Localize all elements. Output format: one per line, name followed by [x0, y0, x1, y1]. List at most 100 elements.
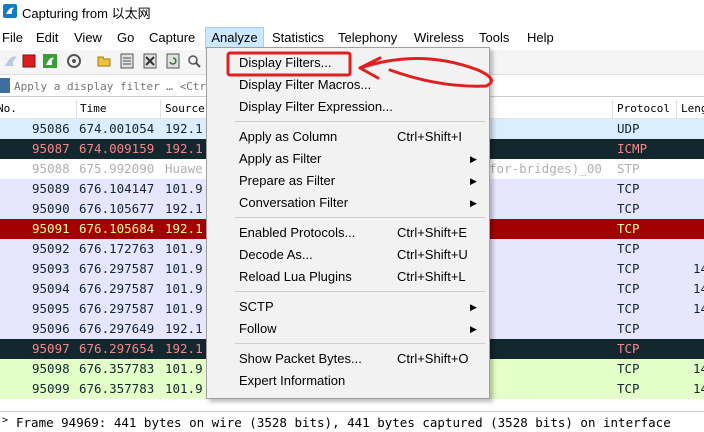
cell-info: for-bridges)_00 [489, 161, 602, 176]
cell-time: 674.001054 [79, 121, 155, 136]
cell-time: 676.357783 [79, 361, 155, 376]
menu-separator [235, 291, 485, 292]
menu-item-apply-as-filter[interactable]: Apply as Filter ▶ [207, 148, 489, 170]
menu-item-label: Enabled Protocols... [239, 225, 356, 240]
column-source[interactable]: Source [165, 102, 205, 115]
menu-item-display-filters[interactable]: Display Filters... [207, 52, 489, 74]
menu-item-decode-as[interactable]: Decode As... Ctrl+Shift+U [207, 244, 489, 266]
cell-no: 95093 [32, 261, 70, 276]
menu-item-shortcut: Ctrl+Shift+O [397, 351, 469, 366]
submenu-arrow-icon: ▶ [470, 302, 477, 312]
find-packet-icon[interactable] [186, 53, 202, 69]
reload-file-icon[interactable] [165, 53, 181, 69]
cell-no: 95098 [32, 361, 70, 376]
cell-no: 95094 [32, 281, 70, 296]
capture-options-icon[interactable] [66, 53, 82, 69]
cell-source: 192.1 [165, 141, 203, 156]
menu-analyze[interactable]: Analyze [205, 27, 264, 49]
cell-time: 676.297654 [79, 341, 155, 356]
cell-no: 95087 [32, 141, 70, 156]
cell-protocol: STP [617, 161, 640, 176]
cell-no: 95095 [32, 301, 70, 316]
cell-source: 192.1 [165, 221, 203, 236]
cell-source: 101.9 [165, 241, 203, 256]
column-protocol[interactable]: Protocol [617, 102, 670, 115]
menu-item-label: SCTP [239, 299, 274, 314]
cell-no: 95092 [32, 241, 70, 256]
menu-item-label: Show Packet Bytes... [239, 351, 362, 366]
cell-no: 95091 [32, 221, 70, 236]
column-divider[interactable] [676, 100, 677, 118]
stop-capture-icon[interactable] [21, 53, 37, 69]
cell-source: 192.1 [165, 321, 203, 336]
menu-view[interactable]: View [69, 27, 107, 49]
menu-capture[interactable]: Capture [144, 27, 200, 49]
menu-telephony[interactable]: Telephony [333, 27, 402, 49]
menu-item-reload-lua-plugins[interactable]: Reload Lua Plugins Ctrl+Shift+L [207, 266, 489, 288]
open-file-icon[interactable] [96, 53, 112, 69]
column-time[interactable]: Time [80, 102, 107, 115]
menu-item-display-filter-expression[interactable]: Display Filter Expression... [207, 96, 489, 118]
menu-item-enabled-protocols[interactable]: Enabled Protocols... Ctrl+Shift+E [207, 222, 489, 244]
expand-arrow-icon[interactable]: > [2, 415, 8, 426]
cell-no: 95089 [32, 181, 70, 196]
window-title: Capturing from 以太网 [22, 6, 151, 21]
close-file-icon[interactable] [142, 53, 158, 69]
restart-capture-icon[interactable] [42, 53, 58, 69]
menu-wireless[interactable]: Wireless [409, 27, 469, 49]
menu-separator [235, 121, 485, 122]
cell-source: 192.1 [165, 341, 203, 356]
column-divider[interactable] [612, 100, 613, 118]
menu-item-shortcut: Ctrl+Shift+E [397, 225, 468, 240]
menu-item-prepare-as-filter[interactable]: Prepare as Filter ▶ [207, 170, 489, 192]
cell-time: 676.105684 [79, 221, 155, 236]
cell-source: 101.9 [165, 381, 203, 396]
cell-time: 676.297587 [79, 281, 155, 296]
cell-protocol: TCP [617, 381, 640, 396]
menu-statistics[interactable]: Statistics [267, 27, 329, 49]
menu-help[interactable]: Help [522, 27, 559, 49]
column-no[interactable]: No. [0, 102, 17, 115]
menu-item-display-filter-macros[interactable]: Display Filter Macros... [207, 74, 489, 96]
wireshark-fin-icon [3, 4, 17, 18]
submenu-arrow-icon: ▶ [470, 324, 477, 334]
bookmark-icon[interactable] [0, 78, 10, 93]
menu-item-label: Apply as Filter [239, 151, 322, 166]
menu-go[interactable]: Go [112, 27, 139, 49]
submenu-arrow-icon: ▶ [470, 176, 477, 186]
cell-time: 675.992090 [79, 161, 155, 176]
save-file-icon[interactable] [119, 53, 135, 69]
start-capture-icon[interactable] [3, 53, 19, 69]
cell-protocol: TCP [617, 181, 640, 196]
menu-item-sctp[interactable]: SCTP ▶ [207, 296, 489, 318]
menu-item-apply-as-column[interactable]: Apply as Column Ctrl+Shift+I [207, 126, 489, 148]
status-bar: > Frame 94969: 441 bytes on wire (3528 b… [0, 411, 704, 432]
menu-item-shortcut: Ctrl+Shift+L [397, 269, 466, 284]
menu-item-expert-information[interactable]: Expert Information [207, 370, 489, 392]
menu-item-label: Display Filter Macros... [239, 77, 372, 92]
menu-separator [235, 343, 485, 344]
menu-item-label: Display Filter Expression... [239, 99, 393, 114]
cell-source: 192.1 [165, 121, 203, 136]
menu-item-conversation-filter[interactable]: Conversation Filter ▶ [207, 192, 489, 214]
cell-time: 676.105677 [79, 201, 155, 216]
submenu-arrow-icon: ▶ [470, 154, 477, 164]
cell-time: 676.297649 [79, 321, 155, 336]
menu-item-label: Conversation Filter [239, 195, 349, 210]
cell-source: 101.9 [165, 281, 203, 296]
column-divider[interactable] [76, 100, 77, 118]
column-divider[interactable] [160, 100, 161, 118]
cell-time: 676.297587 [79, 301, 155, 316]
menu-edit[interactable]: Edit [31, 27, 63, 49]
menu-item-label: Display Filters... [239, 55, 332, 70]
cell-length: 14 [693, 361, 704, 376]
cell-protocol: TCP [617, 301, 640, 316]
menu-item-follow[interactable]: Follow ▶ [207, 318, 489, 340]
frame-summary[interactable]: Frame 94969: 441 bytes on wire (3528 bit… [16, 415, 671, 430]
menu-file[interactable]: File [0, 27, 28, 49]
menu-item-show-packet-bytes[interactable]: Show Packet Bytes... Ctrl+Shift+O [207, 348, 489, 370]
menu-tools[interactable]: Tools [474, 27, 514, 49]
menu-item-shortcut: Ctrl+Shift+I [397, 129, 463, 144]
column-length[interactable]: Length [681, 102, 704, 115]
cell-no: 95099 [32, 381, 70, 396]
